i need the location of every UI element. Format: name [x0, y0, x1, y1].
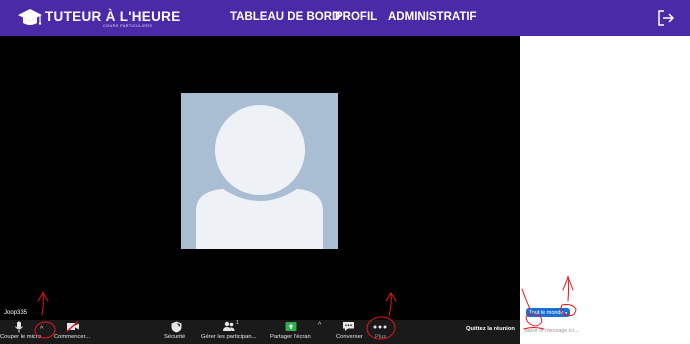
mute-label: Couper le micro — [0, 334, 41, 340]
user-silhouette-icon — [196, 105, 323, 249]
more-label: Plus — [375, 334, 387, 340]
start-video-label: Commencer... — [54, 334, 91, 340]
logo-subtitle: COURS PARTICULIERS — [103, 24, 153, 28]
share-options-chevron-icon[interactable]: ^ — [318, 322, 321, 329]
nav-profil[interactable]: PROFIL — [335, 11, 377, 23]
graduation-cap-icon — [18, 9, 42, 25]
video-area: Joop335 — [0, 36, 520, 320]
leave-meeting-button[interactable]: Quittez la réunion — [466, 326, 515, 332]
chat-recipient-dropdown[interactable]: Tout le monde ▾ — [526, 308, 570, 317]
audio-options-chevron-icon[interactable]: ^ — [40, 326, 43, 333]
share-screen-icon — [285, 322, 297, 331]
video-off-icon — [66, 321, 79, 332]
meeting-toolbar: Couper le micro ^ Commencer... Sécurité … — [0, 320, 520, 344]
participants-icon — [223, 321, 235, 331]
chat-panel: Tout le monde ▾ — [520, 36, 690, 344]
share-screen-label: Partager l'écran — [270, 334, 311, 340]
security-label: Sécurité — [164, 334, 186, 340]
participants-count: 1 — [236, 320, 239, 326]
site-logo[interactable]: TUTEUR À L'HEURE COURS PARTICULIERS — [16, 7, 180, 31]
participant-avatar — [181, 93, 338, 249]
logo-title: TUTEUR À L'HEURE — [45, 9, 181, 24]
chevron-down-icon: ▾ — [565, 310, 568, 315]
more-dots-icon — [373, 325, 387, 329]
chat-button[interactable]: Converser — [334, 320, 364, 344]
participant-name: Joop335 — [4, 310, 28, 316]
share-screen-button[interactable]: Partager l'écran — [270, 320, 312, 344]
chat-message-input[interactable] — [524, 326, 684, 336]
logout-icon — [658, 10, 675, 26]
chat-bubble-icon — [343, 322, 354, 331]
security-button[interactable]: Sécurité — [164, 320, 188, 344]
mute-button[interactable]: Couper le micro — [0, 320, 41, 344]
nav-tableau-de-bord[interactable]: TABLEAU DE BORD — [230, 11, 340, 23]
logout-button[interactable] — [657, 10, 675, 26]
shield-icon — [171, 321, 182, 333]
more-button[interactable]: Plus — [370, 320, 392, 344]
manage-participants-label: Gérer les participan... — [201, 334, 257, 340]
nav-administratif[interactable]: ADMINISTRATIF — [388, 11, 477, 23]
top-navbar: TUTEUR À L'HEURE COURS PARTICULIERS TABL… — [0, 0, 690, 36]
manage-participants-button[interactable]: 1 Gérer les participan... — [201, 320, 259, 344]
chat-label: Converser — [336, 334, 363, 340]
start-video-button[interactable]: Commencer... — [52, 320, 92, 344]
chat-recipient-label: Tout le monde — [529, 310, 564, 316]
microphone-icon — [15, 321, 23, 333]
